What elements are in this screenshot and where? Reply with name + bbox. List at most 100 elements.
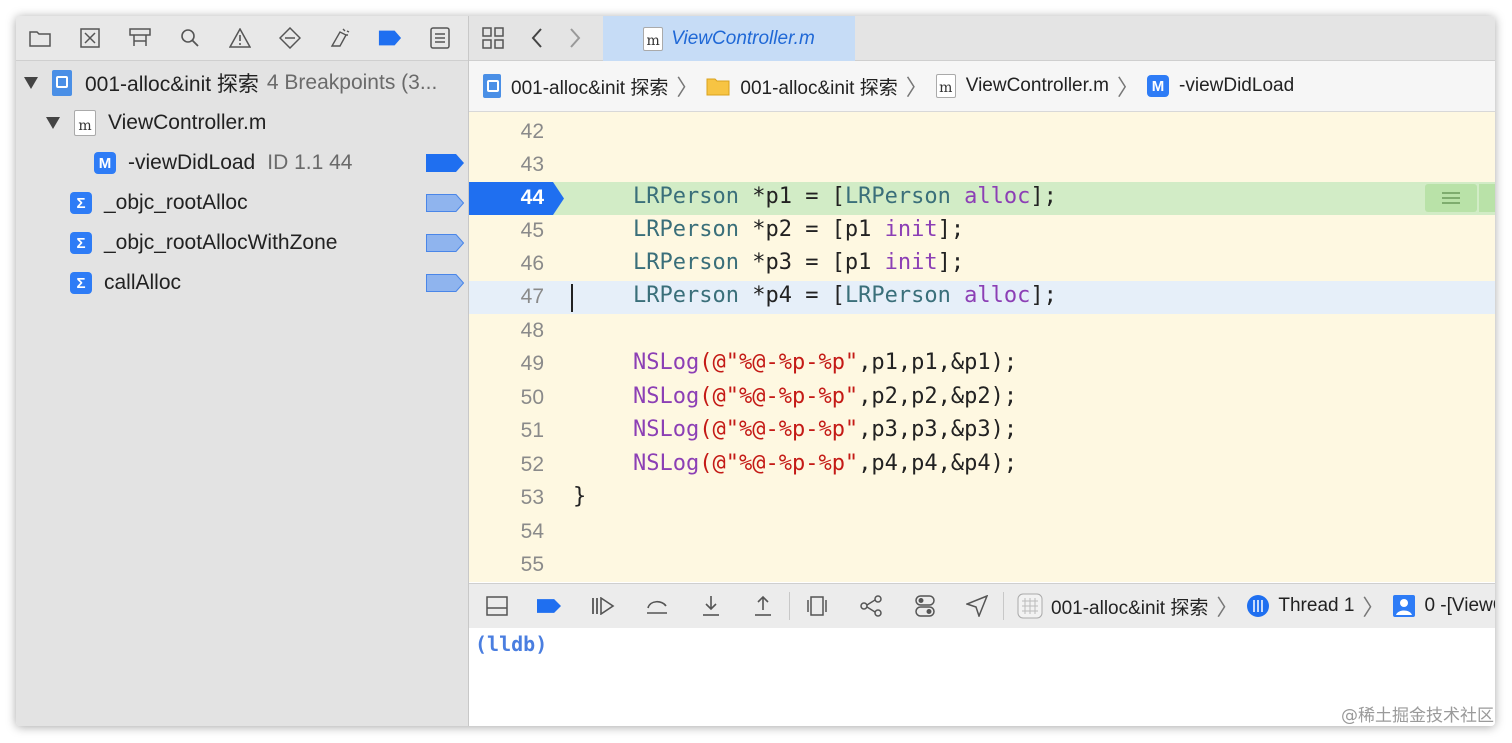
project-row[interactable]: 001-alloc&init 探索 4 Breakpoints (3... (16, 63, 476, 103)
chevron-right-icon: 〉 (1362, 595, 1385, 620)
project-breakpoint-count: 4 Breakpoints (3... (266, 71, 438, 94)
code-token: ( (699, 350, 713, 375)
code-token: NSLog (633, 384, 700, 409)
debug-path-project[interactable]: 001-alloc&init 探索 (1051, 593, 1208, 620)
tab-viewcontroller[interactable]: m ViewController.m (603, 16, 855, 61)
objc-file-icon: m (935, 74, 956, 98)
chevron-right-icon: 〉 (676, 75, 699, 100)
hide-debug-area-icon[interactable] (485, 594, 509, 618)
code-text: LRPerson *p2 = [p1 init]; (633, 217, 964, 242)
code-text: NSLog(@"%@-%p-%p",p3,p3,&p3); (633, 417, 1017, 442)
method-badge-icon: M (1147, 75, 1170, 97)
console-prompt: (lldb) (475, 632, 548, 656)
breakpoint-detail: ID 1.1 44 (267, 151, 353, 174)
folder-icon[interactable] (28, 26, 52, 50)
code-editor[interactable]: 42 43 44 LRPerson *p1 = [ LRPerson alloc]… (469, 112, 1495, 582)
project-name: 001-alloc&init 探索 (85, 73, 259, 96)
debug-icon[interactable] (328, 26, 352, 50)
code-text: } (573, 484, 587, 509)
line-number: 42 (520, 120, 544, 143)
jumpbar-project[interactable]: 001-alloc&init 探索 (483, 73, 668, 100)
jumpbar-method[interactable]: M -viewDidLoad (1147, 75, 1294, 97)
breakpoint-disabled-icon[interactable] (426, 194, 464, 212)
line-number: 54 (520, 520, 544, 543)
code-token: ( (699, 417, 713, 442)
line-number: 44 (520, 186, 544, 209)
breakpoint-icon[interactable] (378, 26, 402, 50)
warning-icon[interactable] (228, 26, 252, 50)
step-over-icon[interactable] (645, 594, 669, 618)
code-token: alloc (964, 184, 1031, 209)
code-text: NSLog(@"%@-%p-%p",p4,p4,&p4); (633, 451, 1017, 476)
debug-path-thread[interactable]: Thread 1 (1278, 595, 1354, 617)
simulate-location-icon[interactable] (965, 594, 989, 618)
stack-frame-icon (1393, 595, 1416, 617)
grid-icon[interactable] (481, 26, 505, 50)
code-line: 42 (469, 116, 1495, 149)
view-hierarchy-icon[interactable] (805, 594, 829, 618)
code-line: 50 NSLog(@"%@-%p-%p",p2,p2,&p2); (469, 382, 1495, 415)
step-out-icon[interactable] (751, 594, 775, 618)
watermark-text: @稀土掘金技术社区 (1341, 706, 1494, 726)
search-icon[interactable] (178, 26, 202, 50)
jumpbar-group[interactable]: 001-alloc&init 探索 (706, 73, 898, 100)
objc-file-icon: m (74, 110, 96, 136)
code-token: init (884, 217, 938, 242)
code-token: LRPerson (844, 283, 951, 308)
code-text: NSLog(@"%@-%p-%p",p2,p2,&p2); (633, 384, 1017, 409)
environment-overrides-icon[interactable] (913, 594, 937, 618)
disclosure-triangle-icon[interactable] (46, 117, 60, 129)
code-line: 51 NSLog(@"%@-%p-%p",p3,p3,&p3); (469, 415, 1495, 448)
debug-path: 001-alloc&init 探索 〉 Thread 1 〉 0 -[ViewC… (1017, 584, 1495, 628)
code-token: ]; (1030, 283, 1057, 308)
debug-path-frame[interactable]: 0 -[ViewCo (1424, 595, 1495, 617)
line-number: 53 (520, 486, 544, 509)
memory-graph-icon[interactable] (859, 594, 883, 618)
continue-icon[interactable] (591, 594, 615, 618)
breakpoint-name: _objc_rootAlloc (104, 191, 248, 214)
breakpoint-disabled-icon[interactable] (426, 274, 464, 292)
code-token: ,p4,p4,&p4); (858, 451, 1018, 476)
code-text: LRPerson *p4 = [LRPerson alloc]; (633, 283, 1057, 308)
back-icon[interactable] (525, 26, 549, 50)
breakpoint-row[interactable]: M -viewDidLoad ID 1.1 44 (16, 143, 546, 183)
source-editor-area: m ViewController.m 001-alloc&init 探索 〉 0… (469, 16, 1495, 726)
code-token: LRPerson (633, 250, 739, 275)
xcode-window: 001-alloc&init 探索 4 Breakpoints (3... m … (16, 16, 1495, 726)
report-icon[interactable] (428, 26, 452, 50)
step-into-icon[interactable] (699, 594, 723, 618)
text-cursor (571, 284, 573, 312)
jumpbar-method-label: -viewDidLoad (1179, 75, 1295, 96)
symbol-icon[interactable] (128, 26, 152, 50)
code-token: *p1 = [ (738, 184, 845, 209)
breakpoint-enabled-icon[interactable] (426, 154, 464, 172)
code-token: ,p3,p3,&p3); (858, 417, 1018, 442)
code-token: @"%@-%p-%p" (712, 451, 859, 476)
thread-icon (1247, 595, 1270, 617)
annotation-button[interactable] (1425, 184, 1477, 212)
symbol-badge-icon: Σ (70, 192, 92, 214)
code-line: 43 (469, 149, 1495, 182)
symbol-badge-icon: Σ (70, 232, 92, 254)
breakpoint-row[interactable]: Σ callAlloc (16, 263, 522, 303)
breakpoint-name: callAlloc (104, 271, 182, 294)
file-row[interactable]: m ViewController.m (16, 103, 498, 143)
line-number: 52 (520, 453, 544, 476)
source-control-icon[interactable] (78, 26, 102, 50)
breakpoint-row[interactable]: Σ _objc_rootAlloc (16, 183, 522, 223)
jumpbar-file[interactable]: m ViewController.m (935, 74, 1109, 98)
breakpoint-row[interactable]: Σ _objc_rootAllocWithZone (16, 223, 522, 263)
code-token: *p2 = [p1 (738, 217, 885, 242)
breakpoint-disabled-icon[interactable] (426, 234, 464, 252)
code-token: ]; (937, 217, 965, 242)
breakpoints-toggle-icon[interactable] (537, 594, 561, 618)
code-token: *p3 = [p1 (738, 250, 885, 275)
test-icon[interactable] (278, 26, 302, 50)
code-text: NSLog(@"%@-%p-%p",p1,p1,&p1); (633, 350, 1017, 375)
forward-icon[interactable] (563, 26, 587, 50)
code-token: ,p2,p2,&p2); (858, 384, 1018, 409)
breakpoint-name: -viewDidLoad (128, 151, 256, 174)
disclosure-triangle-icon[interactable] (24, 77, 38, 89)
editor-tab-bar: m ViewController.m (469, 16, 1495, 61)
folder-icon (706, 78, 730, 96)
